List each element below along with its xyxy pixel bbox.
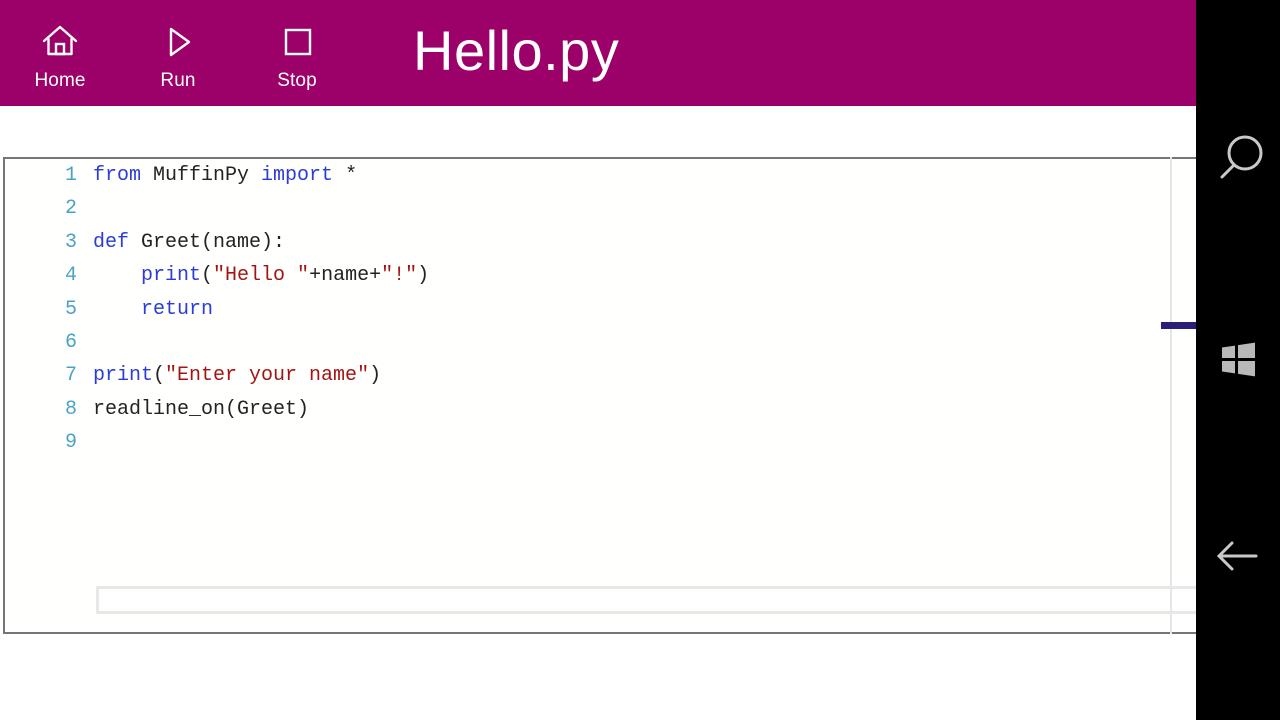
code-token: "Hello " [213, 264, 310, 288]
code-token: import [261, 164, 334, 187]
code-token: ( [153, 364, 166, 388]
code-token: ) [417, 264, 430, 288]
editor-scrollbar-track[interactable] [1170, 157, 1172, 634]
run-button-label: Run [160, 70, 196, 91]
line-number: 8 [64, 397, 77, 421]
code-line[interactable]: 8 readline_on(Greet) [5, 393, 1171, 426]
code-token: readline_on(Greet) [93, 397, 310, 421]
code-text: def Greet(name): [93, 226, 285, 259]
code-text: print("Enter your name") [93, 359, 381, 392]
code-line[interactable]: 2 [5, 192, 1171, 225]
active-line-highlight [96, 586, 1196, 614]
code-text: print("Hello "+name+"!") [93, 259, 429, 292]
code-line[interactable]: 6 [5, 326, 1171, 359]
line-number: 5 [64, 297, 77, 321]
windows-icon [1222, 342, 1255, 377]
code-token: ( [201, 264, 214, 288]
code-token: print [93, 364, 154, 388]
code-token: * [333, 164, 358, 187]
page-title: Hello.py [413, 19, 620, 82]
code-token: ) [369, 364, 382, 388]
code-token: def [93, 230, 142, 254]
command-bar: Home Run Stop Hello.py [0, 0, 1196, 106]
back-button[interactable] [1196, 514, 1280, 598]
code-line[interactable]: 9 [5, 426, 1171, 459]
line-number: 1 [64, 164, 77, 187]
line-number: 4 [64, 264, 77, 288]
code-token: print [141, 264, 202, 288]
back-arrow-icon [1216, 541, 1258, 571]
code-line[interactable]: 3 def Greet(name): [5, 226, 1171, 259]
play-triangle-icon [128, 20, 228, 64]
code-text-area[interactable]: 1 from MuffinPy import * 2 3 def Greet(name)… [5, 159, 1171, 632]
code-line[interactable]: 1 from MuffinPy import * [5, 159, 1171, 192]
run-button[interactable]: Run [128, 20, 228, 92]
pivot-tab-bar: editor runner [0, 106, 1196, 260]
code-editor[interactable]: 1 from MuffinPy import * 2 3 def Greet(name)… [3, 157, 1196, 634]
editor-scrollbar-thumb[interactable] [1161, 322, 1196, 329]
stop-button-label: Stop [277, 70, 317, 91]
code-token: return [141, 297, 214, 321]
code-token: +name+ [309, 264, 382, 288]
code-text: return [93, 293, 213, 326]
code-token: Greet(name): [141, 230, 286, 254]
line-number: 7 [64, 364, 77, 388]
search-button[interactable] [1196, 120, 1280, 204]
home-icon [10, 20, 110, 64]
stop-square-icon [247, 20, 347, 64]
code-token: from [93, 164, 154, 187]
system-navigation-bar [1196, 0, 1280, 720]
code-token: MuffinPy [153, 164, 262, 187]
line-number: 3 [64, 230, 77, 254]
home-button[interactable]: Home [10, 20, 110, 92]
app-window: Home Run Stop Hello.py editor runner 1 [0, 0, 1196, 720]
line-number: 2 [64, 197, 77, 221]
start-button[interactable] [1196, 317, 1280, 401]
code-line[interactable]: 5 return [5, 293, 1171, 326]
code-token: "!" [381, 264, 418, 288]
line-number: 6 [64, 330, 77, 354]
stop-button[interactable]: Stop [247, 20, 347, 92]
code-line[interactable]: 4 print("Hello "+name+"!") [5, 259, 1171, 292]
home-button-label: Home [34, 70, 86, 91]
code-text: readline_on(Greet) [93, 393, 309, 426]
code-token: "Enter your name" [165, 364, 370, 388]
code-text: from MuffinPy import * [93, 159, 357, 192]
line-number: 9 [64, 431, 77, 455]
search-icon [1220, 135, 1263, 179]
code-line[interactable]: 7 print("Enter your name") [5, 359, 1171, 392]
